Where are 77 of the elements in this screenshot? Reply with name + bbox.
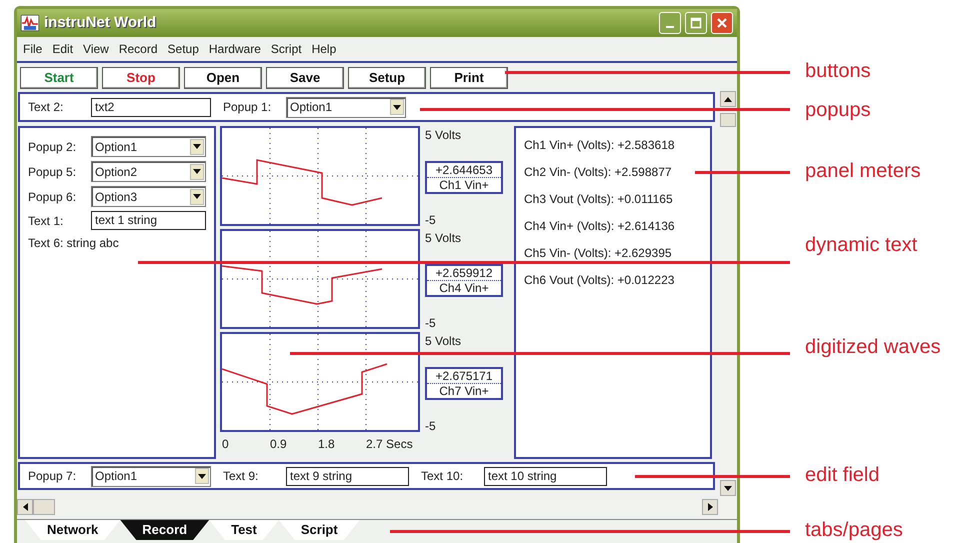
scrollbar-thumb[interactable] (720, 113, 736, 127)
text-field[interactable]: text 10 string (484, 466, 607, 486)
toolbar-button[interactable]: Setup (348, 67, 426, 89)
panel-meter-readout: +2.644653 Ch1 Vin+ (425, 161, 503, 194)
maximize-button[interactable] (685, 12, 707, 34)
window-title: instruNet World (44, 12, 156, 33)
axis-label: 5 Volts (425, 230, 462, 247)
callout-label: edit field (805, 463, 880, 488)
dynamic-text: Text 6: string abc (28, 235, 119, 252)
text-field[interactable]: text 9 string (286, 466, 409, 486)
axis-label: 5 Volts (425, 127, 462, 144)
field-label: Popup 1: (223, 99, 272, 116)
menu-item[interactable]: Script (270, 40, 302, 58)
menu-item[interactable]: Setup (168, 40, 199, 58)
callout-label: dynamic text (805, 233, 918, 258)
callout-label: panel meters (805, 159, 922, 184)
field-label: Text 10: (421, 468, 464, 485)
close-icon (716, 17, 728, 29)
app-logo-icon (21, 15, 39, 31)
menu-item[interactable]: Hardware (208, 40, 261, 58)
popup-select[interactable]: Option1 (91, 136, 206, 157)
field-label: Text 2: (28, 99, 64, 116)
page-tab[interactable]: Test (209, 520, 279, 540)
toolbar-button[interactable]: Print (430, 67, 508, 89)
meter-text: Ch5 Vin- (Volts): +2.629395 (524, 245, 673, 262)
toolbar-button[interactable]: Stop (102, 67, 180, 89)
panel-meter-readout: +2.659912 Ch4 Vin+ (425, 264, 503, 297)
panel-meter-readout: +2.675171 Ch7 Vin+ (425, 367, 503, 400)
page-tab[interactable]: Record (120, 520, 210, 540)
field-label: Popup 2: (28, 138, 78, 156)
axis-label: 5 Volts (425, 333, 462, 350)
menu-item[interactable]: Edit (52, 40, 74, 58)
axis-label: 1.8 (318, 436, 336, 453)
callout-label: digitized waves (805, 335, 942, 360)
menu-item[interactable]: Record (118, 40, 158, 58)
meter-text: Ch4 Vin+ (Volts): +2.614136 (524, 218, 676, 235)
text-field[interactable]: text 1 string (91, 211, 206, 230)
maximize-icon (690, 17, 702, 29)
axis-label: 2.7 Secs (366, 436, 414, 453)
popup-select[interactable]: Option3 (91, 186, 206, 207)
text-field[interactable]: txt2 (91, 98, 211, 116)
callout-label: popups (805, 98, 872, 123)
toolbar-button[interactable]: Start (20, 67, 98, 89)
popup-select[interactable]: Option1 (91, 466, 211, 486)
field-label: Text 1: (28, 212, 64, 230)
menu-item[interactable]: File (23, 40, 42, 58)
scrollbar-thumb[interactable] (33, 499, 55, 515)
axis-label: -5 (425, 212, 436, 229)
popup-select[interactable]: Option1 (286, 96, 406, 118)
meter-text: Ch1 Vin+ (Volts): +2.583618 (524, 137, 676, 154)
toolbar-button[interactable]: Open (184, 67, 262, 89)
axis-label: -5 (425, 315, 436, 332)
popup-select[interactable]: Option2 (91, 161, 206, 182)
field-label: Popup 6: (28, 188, 78, 206)
menu-item[interactable]: Help (312, 40, 336, 58)
scroll-right-button[interactable] (702, 499, 718, 515)
field-label: Popup 7: (28, 468, 78, 485)
scroll-left-button[interactable] (17, 499, 33, 515)
field-label: Text 9: (223, 468, 260, 485)
axis-label: -5 (425, 418, 436, 435)
meter-text: Ch6 Vout (Volts): +0.012223 (524, 272, 676, 289)
page-tab[interactable]: Script (278, 520, 360, 540)
axis-label: 0.9 (270, 436, 288, 453)
field-label: Popup 5: (28, 164, 78, 180)
toolbar-button[interactable]: Save (266, 67, 344, 89)
page-tab[interactable]: Network (25, 520, 120, 540)
close-button[interactable] (711, 12, 733, 34)
meter-text: Ch3 Vout (Volts): +0.011165 (524, 191, 674, 208)
callout-label: tabs/pages (805, 518, 904, 543)
minimize-button[interactable] (659, 12, 681, 34)
menu-item[interactable]: View (83, 40, 109, 58)
scroll-down-button[interactable] (720, 480, 736, 496)
scroll-up-button[interactable] (720, 91, 736, 107)
meter-text: Ch2 Vin- (Volts): +2.598877 (524, 164, 673, 181)
callout-label: buttons (805, 59, 872, 84)
axis-label: 0 (222, 436, 230, 453)
minimize-icon (666, 26, 674, 28)
